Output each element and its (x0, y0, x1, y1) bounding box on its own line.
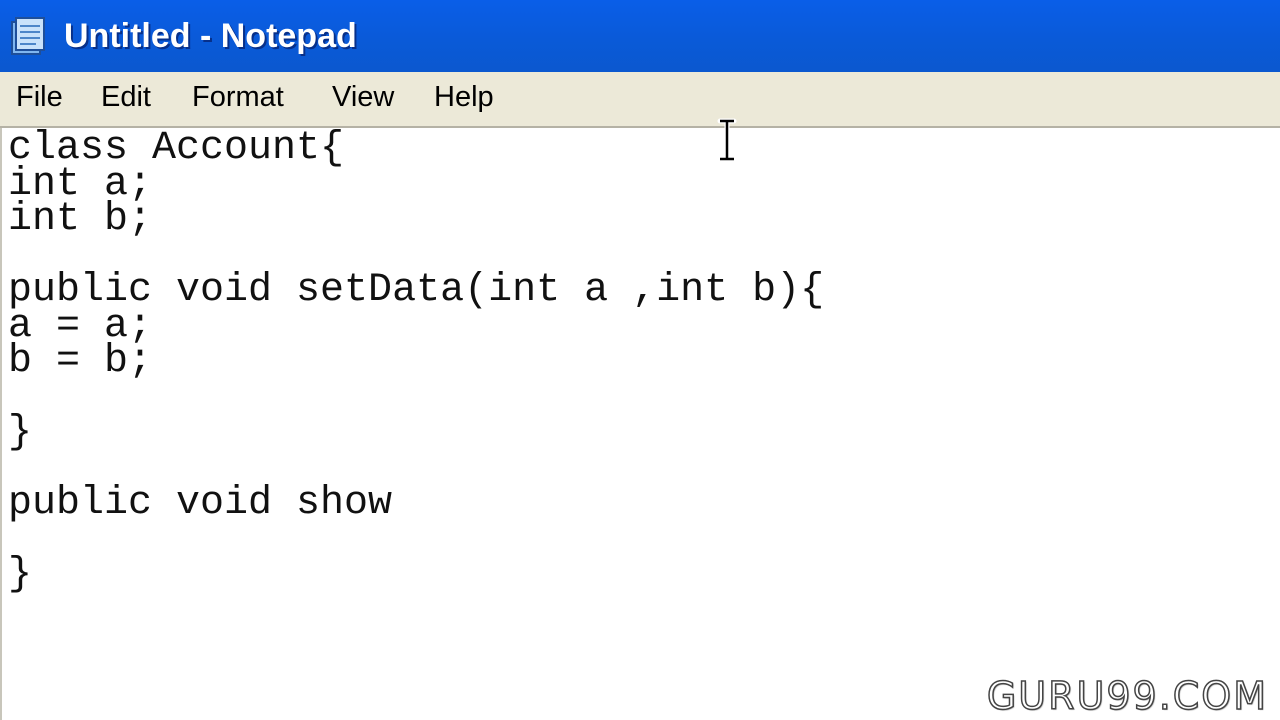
menu-file[interactable]: File (16, 78, 63, 116)
text-editor-area[interactable] (0, 128, 1278, 720)
editor-line: public void show (8, 481, 393, 526)
notepad-window: Untitled - Notepad File Edit Format View… (0, 0, 1280, 720)
menu-edit[interactable]: Edit (101, 78, 151, 116)
editor-line: } (8, 552, 33, 597)
notepad-icon (11, 17, 45, 55)
title-bar[interactable]: Untitled - Notepad (0, 0, 1280, 72)
editor-line: int b; (8, 197, 153, 242)
editor-line: b = b; (8, 339, 153, 384)
window-title: Untitled - Notepad (64, 17, 357, 55)
menu-view[interactable]: View (332, 78, 394, 116)
text-cursor-icon (717, 118, 737, 162)
watermark-logo: GURU99.COM (986, 673, 1268, 719)
menu-format[interactable]: Format (192, 78, 284, 116)
editor-line: } (8, 410, 33, 455)
menu-help[interactable]: Help (434, 78, 494, 116)
